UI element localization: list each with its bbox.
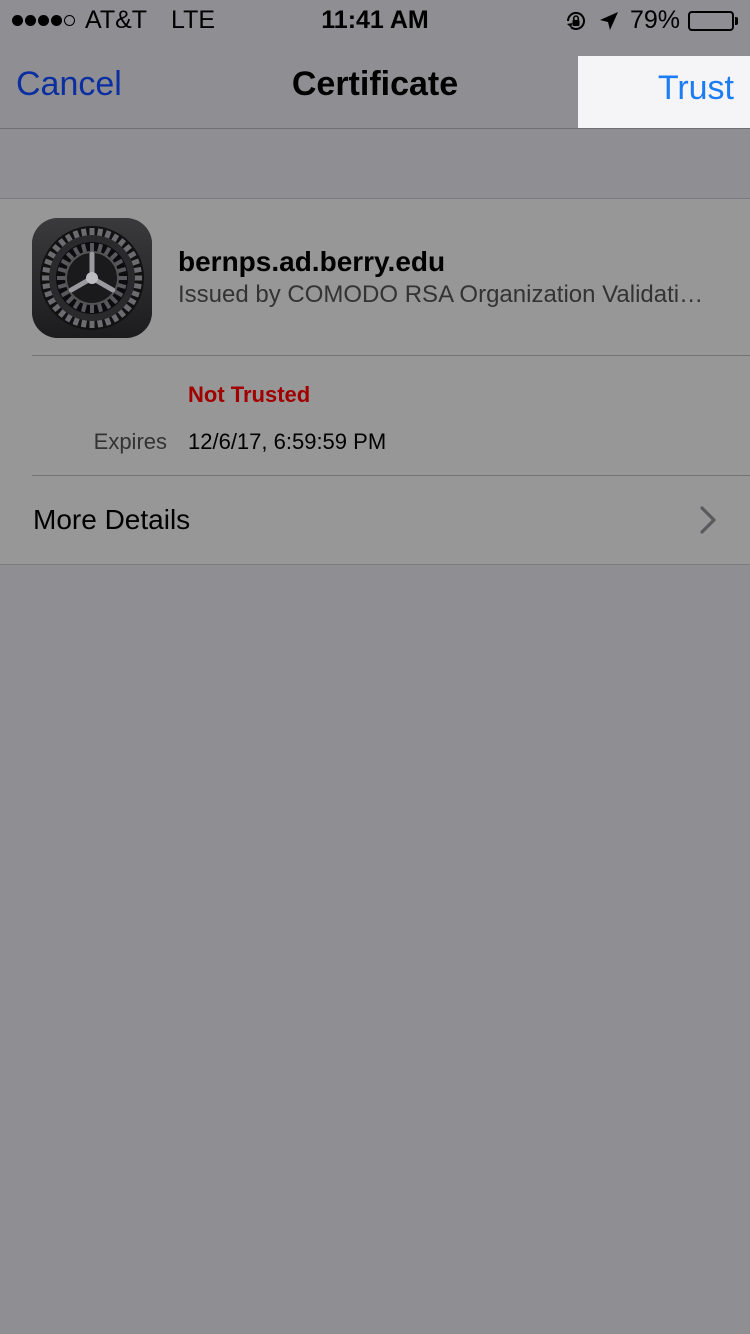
- rotation-lock-icon: [564, 9, 588, 33]
- location-arrow-icon: [598, 10, 620, 32]
- trust-button-label: Trust: [657, 69, 734, 107]
- expires-value: 12/6/17, 6:59:59 PM: [188, 429, 387, 454]
- certificate-name: bernps.ad.berry.edu: [178, 246, 446, 277]
- expires-label: Expires: [93, 429, 167, 454]
- certificate-issuer: Issued by COMODO RSA Organization Valida…: [178, 281, 704, 308]
- chevron-right-icon: [700, 506, 716, 534]
- divider: [32, 355, 750, 356]
- navigation-bar: Certificate Cancel Trust: [0, 40, 750, 129]
- certificate-card: bernps.ad.berry.edu Issued by COMODO RSA…: [0, 198, 750, 565]
- more-details-row[interactable]: More Details: [0, 476, 750, 564]
- cancel-button[interactable]: Cancel: [16, 40, 122, 128]
- status-bar: AT&T LTE 11:41 AM 79%: [0, 0, 750, 40]
- status-right: 79%: [564, 6, 738, 35]
- more-details-label: More Details: [33, 504, 191, 535]
- settings-gear-icon: [32, 218, 152, 338]
- trust-button[interactable]: Trust: [578, 56, 750, 128]
- trust-status: Not Trusted: [188, 382, 311, 407]
- battery-icon: [688, 10, 738, 31]
- battery-percent: 79%: [629, 6, 680, 34]
